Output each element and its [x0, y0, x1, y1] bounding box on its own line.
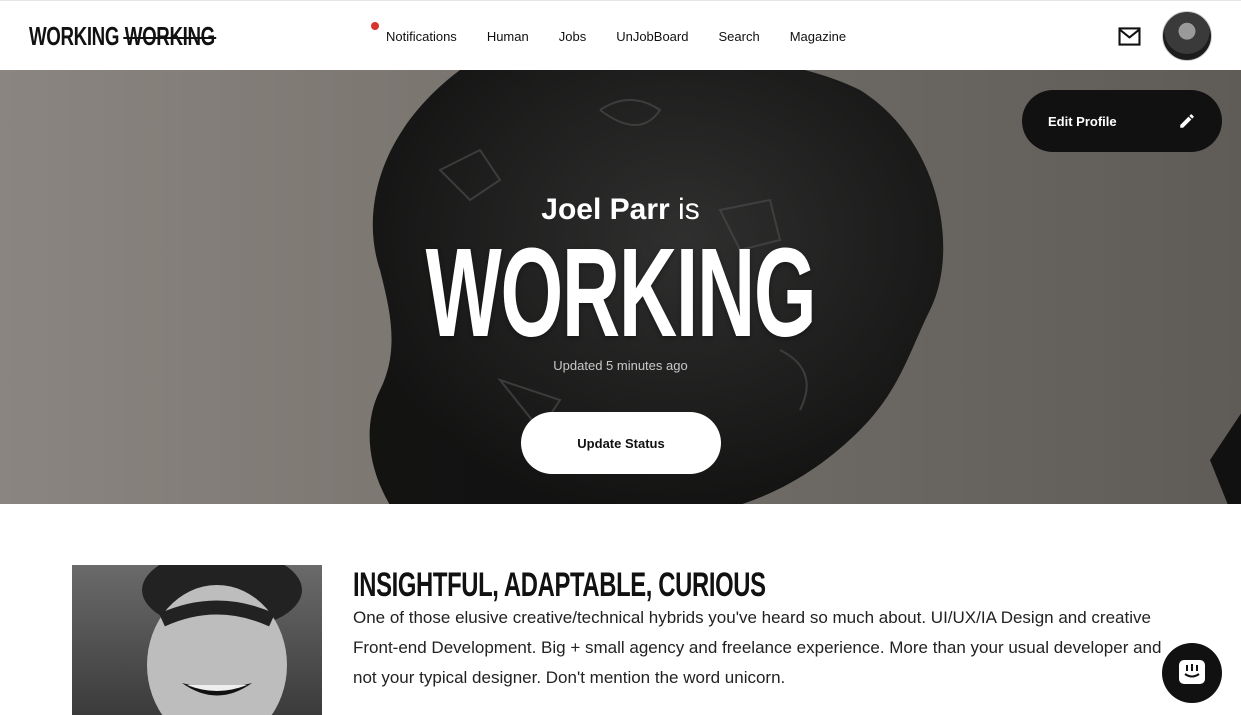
edit-profile-label: Edit Profile	[1048, 113, 1117, 129]
nav-item-jobs[interactable]: Jobs	[559, 29, 586, 44]
pencil-icon	[1180, 114, 1194, 128]
chat-icon	[1179, 660, 1205, 684]
decorative-shape	[1210, 413, 1241, 504]
edit-profile-button[interactable]: Edit Profile	[1022, 90, 1222, 152]
nav-item-unjobboard[interactable]: UnJobBoard	[616, 29, 688, 44]
logo-word: WORKING	[29, 20, 120, 51]
nav-item-human[interactable]: Human	[487, 29, 529, 44]
site-logo[interactable]: WORKING WORKING	[29, 20, 217, 52]
mail-icon[interactable]	[1118, 27, 1141, 46]
nav-item-notifications[interactable]: Notifications	[371, 21, 457, 44]
update-status-button[interactable]: Update Status	[521, 412, 721, 474]
logo-strike-word: WORKING	[123, 20, 217, 51]
nav-label: Jobs	[558, 28, 587, 44]
hero-banner: Joel Parr is WORKING Updated 5 minutes a…	[0, 70, 1241, 504]
status-updated-time: Updated 5 minutes ago	[553, 358, 688, 373]
nav-label: UnJobBoard	[616, 28, 689, 44]
profile-bio: One of those elusive creative/technical …	[353, 608, 1162, 687]
nav-label: Magazine	[789, 28, 847, 44]
chat-launcher-button[interactable]	[1162, 643, 1222, 703]
nav-item-magazine[interactable]: Magazine	[790, 29, 846, 44]
nav-label: Search	[718, 28, 760, 44]
user-avatar[interactable]	[1162, 11, 1212, 61]
nav-label: Notifications	[386, 28, 457, 44]
nav-label: Human	[486, 28, 529, 44]
nav-item-search[interactable]: Search	[718, 29, 759, 44]
top-header: WORKING WORKING Notifications Human Jobs…	[0, 0, 1241, 70]
main-nav: Notifications Human Jobs UnJobBoard Sear…	[371, 1, 876, 71]
status-heading: WORKING	[425, 222, 817, 363]
profile-headline: INSIGHTFUL, ADAPTABLE, CURIOUS	[353, 566, 766, 604]
portrait-illustration	[142, 565, 302, 715]
notification-dot	[371, 21, 379, 30]
profile-photo	[72, 565, 322, 715]
